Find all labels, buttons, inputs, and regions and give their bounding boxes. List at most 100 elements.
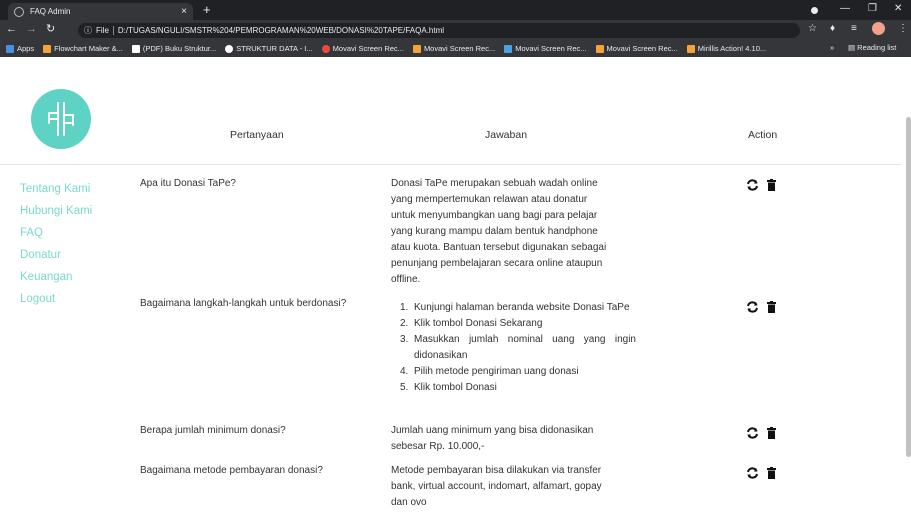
list-item: 4. Pilih metode pengiriman uang donasi [400, 364, 639, 380]
url-separator [112, 26, 114, 35]
step-number: 3. [400, 334, 409, 345]
menu-item-logout[interactable]: Logout [20, 292, 92, 314]
answer-line: penunjang pembelajaran secara online ata… [391, 258, 603, 269]
bookmark-label: Movavi Screen Rec... [606, 44, 678, 53]
bookmark-favicon-icon [131, 44, 140, 53]
page-content: Tentang Kami Hubungi Kami FAQ Donatur Ke… [0, 57, 911, 516]
profile-avatar-icon[interactable] [872, 22, 885, 35]
trash-icon[interactable] [767, 179, 776, 191]
page-scrollbar[interactable] [906, 117, 911, 457]
bookmark-item[interactable]: Movavi Screen Rec... [412, 44, 496, 53]
menu-item-tentang-kami[interactable]: Tentang Kami [20, 182, 92, 204]
faq-question: Bagaimana langkah-langkah untuk berdonas… [140, 298, 347, 309]
extensions-icon[interactable]: ♦ [830, 23, 835, 34]
menu-item-donatur[interactable]: Donatur [20, 248, 92, 270]
reading-list-icon: ▤ [848, 43, 858, 52]
info-icon[interactable]: ⓘ [84, 25, 92, 36]
refresh-icon[interactable] [746, 179, 759, 191]
minimize-icon[interactable]: — [840, 3, 850, 14]
star-icon[interactable]: ☆ [808, 23, 817, 34]
faq-question: Apa itu Donasi TaPe? [140, 178, 236, 189]
address-bar[interactable]: ⓘ File D:/TUGAS/NGULI/SMSTR%204/PEMROGRA… [78, 23, 800, 38]
row-actions [746, 427, 776, 439]
list-item: 2. Klik tombol Donasi Sekarang [400, 316, 639, 332]
menu-item-keuangan[interactable]: Keuangan [20, 270, 92, 292]
column-header-question: Pertanyaan [230, 129, 284, 141]
tab-close-button[interactable]: × [181, 6, 187, 17]
forward-icon[interactable]: → [26, 23, 37, 35]
bookmark-item[interactable]: Flowchart Maker &... [43, 44, 123, 53]
answer-line: Donasi TaPe merupakan sebuah wadah onlin… [391, 178, 598, 189]
answer-line: dan ovo [391, 497, 427, 508]
bookmark-label: Mirillis Action! 4.10... [697, 44, 767, 53]
back-icon[interactable]: ← [6, 23, 17, 35]
trash-icon[interactable] [767, 427, 776, 439]
column-header-action: Action [748, 129, 778, 141]
restore-icon[interactable]: ❐ [868, 3, 877, 14]
donasi-tape-logo[interactable] [31, 89, 91, 149]
answer-line: offline. [391, 274, 421, 285]
logo-icon [48, 102, 74, 136]
close-window-icon[interactable]: ✕ [894, 3, 902, 14]
bookmark-label: Movavi Screen Rec... [515, 44, 587, 53]
bookmark-favicon-icon [43, 44, 52, 53]
step-number: 5. [400, 382, 409, 393]
refresh-icon[interactable] [746, 467, 759, 479]
bookmark-item[interactable]: STRUKTUR DATA - I... [225, 44, 313, 53]
step-text: Klik tombol Donasi [414, 382, 497, 393]
step-number: 2. [400, 318, 409, 329]
answer-line: yang kurang mampu dalam bentuk handphone [391, 226, 598, 237]
new-tab-button[interactable]: + [203, 2, 211, 17]
refresh-icon[interactable] [746, 427, 759, 439]
bookmarks-overflow-button[interactable]: » [830, 43, 834, 52]
answer-line: Jumlah uang minimum yang bisa didonasika… [391, 425, 594, 436]
reload-icon[interactable]: ↻ [46, 22, 55, 35]
row-actions [746, 467, 776, 479]
step-text: Kunjungi halaman beranda website Donasi … [414, 302, 630, 313]
answer-line: Metode pembayaran bisa dilakukan via tra… [391, 465, 602, 476]
bookmark-label: Apps [17, 44, 35, 53]
browser-tabbar: FAQ Admin × + — ❐ ✕ [0, 0, 911, 20]
bookmark-label: Movavi Screen Rec... [423, 44, 496, 53]
bookmark-item[interactable]: Apps [6, 44, 34, 53]
bookmark-item[interactable]: Movavi Screen Rec... [595, 44, 678, 53]
trash-icon[interactable] [767, 467, 776, 479]
bookmark-item[interactable]: Movavi Screen Rec... [504, 44, 587, 53]
step-text: Masukkan jumlah nominal uang yang ingin … [414, 334, 636, 361]
step-text: Klik tombol Donasi Sekarang [414, 318, 543, 329]
url-text[interactable]: D:/TUGAS/NGULI/SMSTR%204/PEMROGRAMAN%20W… [118, 26, 444, 35]
row-actions [746, 301, 776, 313]
apps-grid-icon [6, 44, 14, 53]
faq-answer: Jumlah uang minimum yang bisa didonasika… [391, 423, 630, 455]
bookmarks-bar: Apps Flowchart Maker &... (PDF) Buku Str… [0, 40, 911, 57]
url-scheme: File [96, 26, 109, 35]
record-indicator-icon [811, 7, 818, 14]
row-actions [746, 179, 776, 191]
bookmark-item[interactable]: Mirillis Action! 4.10... [686, 44, 767, 53]
faq-question: Bagaimana metode pembayaran donasi? [140, 465, 323, 476]
bookmark-label: STRUKTUR DATA - I... [236, 44, 313, 53]
bookmark-favicon-icon [686, 44, 695, 53]
step-text: Pilih metode pengiriman uang donasi [414, 366, 579, 377]
media-icon[interactable]: ≡ [851, 23, 857, 34]
refresh-icon[interactable] [746, 301, 759, 313]
list-item: 5. Klik tombol Donasi [400, 380, 639, 396]
globe-icon [14, 6, 24, 17]
menu-item-hubungi-kami[interactable]: Hubungi Kami [20, 204, 92, 226]
column-header-answer: Jawaban [485, 129, 528, 141]
answer-line: sebesar Rp. 10.000,- [391, 441, 485, 452]
bookmark-item[interactable]: Movavi Screen Rec... [321, 44, 404, 53]
list-item: 1. Kunjungi halaman beranda website Donas… [400, 300, 639, 316]
bookmark-label: (PDF) Buku Struktur... [142, 44, 217, 53]
bookmark-label: Flowchart Maker &... [54, 44, 123, 53]
menu-kebab-icon[interactable]: ⋮ [898, 23, 908, 34]
bookmark-label: Movavi Screen Rec... [332, 44, 404, 53]
sidebar-menu: Tentang Kami Hubungi Kami FAQ Donatur Ke… [20, 182, 92, 314]
menu-item-faq[interactable]: FAQ [20, 226, 92, 248]
bookmark-item[interactable]: (PDF) Buku Struktur... [131, 44, 217, 53]
browser-tab[interactable]: FAQ Admin × [8, 3, 193, 20]
answer-line: atau kuota. Bantuan tersebut digunakan s… [391, 242, 607, 253]
trash-icon[interactable] [767, 301, 776, 313]
reading-list-label: Reading list [857, 43, 897, 52]
reading-list-button[interactable]: ▤ Reading list [848, 43, 896, 52]
